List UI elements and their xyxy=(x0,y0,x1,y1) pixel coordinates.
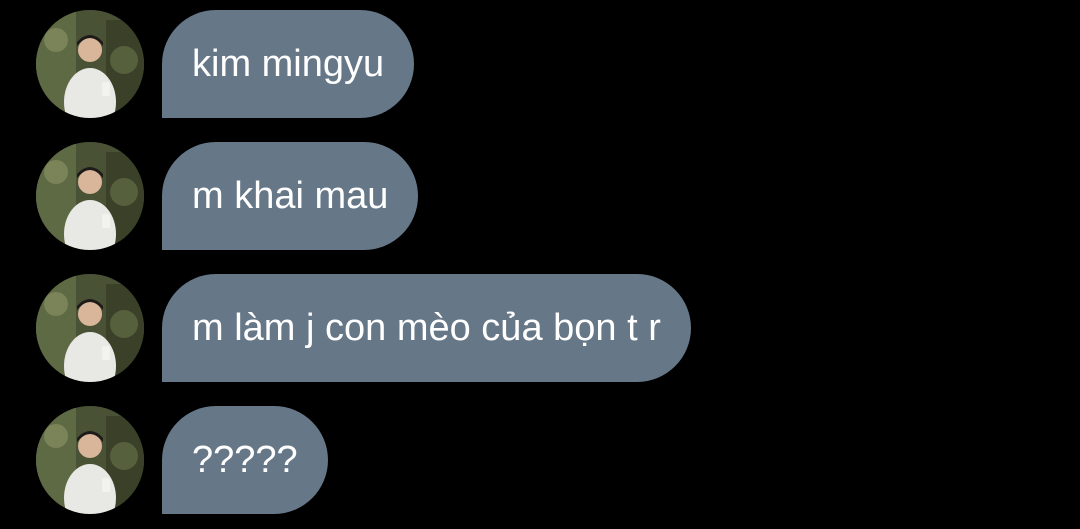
message-row: kim mingyu xyxy=(0,10,1080,118)
message-bubble[interactable]: m làm j con mèo của bọn t r xyxy=(162,274,691,382)
profile-photo-icon xyxy=(36,10,144,118)
profile-photo-icon xyxy=(36,274,144,382)
profile-photo-icon xyxy=(36,142,144,250)
message-text: ????? xyxy=(192,438,298,481)
message-bubble[interactable]: m khai mau xyxy=(162,142,419,250)
chat-thread: kim mingyu m khai mau m làm j con mèo củ… xyxy=(0,0,1080,529)
avatar[interactable] xyxy=(36,406,144,514)
message-row: m khai mau xyxy=(0,142,1080,250)
message-bubble[interactable]: ????? xyxy=(162,406,328,514)
message-text: m khai mau xyxy=(192,174,389,217)
avatar[interactable] xyxy=(36,274,144,382)
profile-photo-icon xyxy=(36,406,144,514)
message-bubble[interactable]: kim mingyu xyxy=(162,10,415,118)
message-row: ????? xyxy=(0,406,1080,514)
message-row: m làm j con mèo của bọn t r xyxy=(0,274,1080,382)
message-text: m làm j con mèo của bọn t r xyxy=(192,306,661,349)
message-text: kim mingyu xyxy=(192,42,385,85)
avatar[interactable] xyxy=(36,142,144,250)
avatar[interactable] xyxy=(36,10,144,118)
